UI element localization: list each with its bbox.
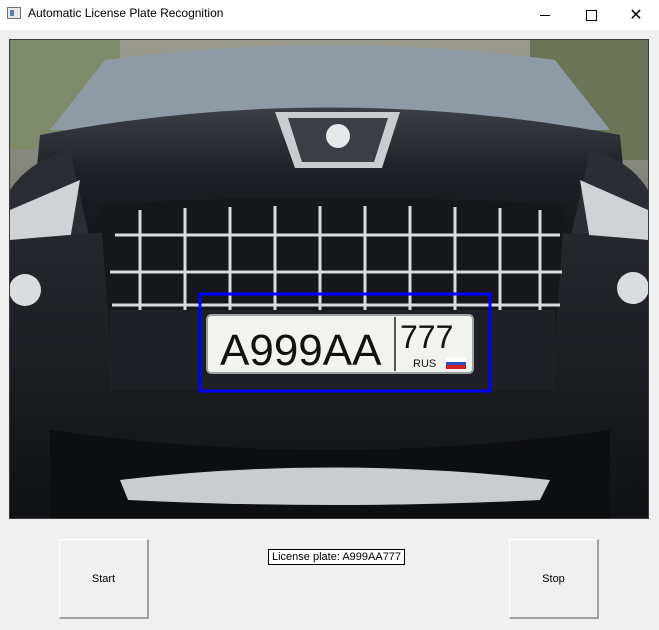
plate-main-text: A999AA bbox=[220, 326, 382, 375]
window-title: Automatic License Plate Recognition bbox=[28, 6, 224, 20]
minimize-button[interactable] bbox=[522, 0, 568, 30]
plate-region-text: 777 bbox=[400, 319, 453, 355]
app-icon bbox=[7, 7, 21, 19]
car-front-image: A999AA 777 RUS bbox=[10, 40, 648, 518]
maximize-icon bbox=[585, 9, 597, 21]
license-plate-result: License plate: A999AA777 bbox=[268, 549, 406, 565]
close-icon: ✕ bbox=[629, 7, 643, 24]
title-bar[interactable]: Automatic License Plate Recognition ✕ bbox=[0, 0, 659, 30]
camera-image: A999AA 777 RUS bbox=[9, 39, 649, 519]
close-button[interactable]: ✕ bbox=[613, 0, 659, 30]
minimize-icon bbox=[540, 14, 550, 16]
plate-country-text: RUS bbox=[413, 358, 436, 370]
stop-button[interactable]: Stop bbox=[509, 539, 599, 619]
start-button[interactable]: Start bbox=[59, 539, 149, 619]
maximize-button[interactable] bbox=[568, 0, 614, 30]
